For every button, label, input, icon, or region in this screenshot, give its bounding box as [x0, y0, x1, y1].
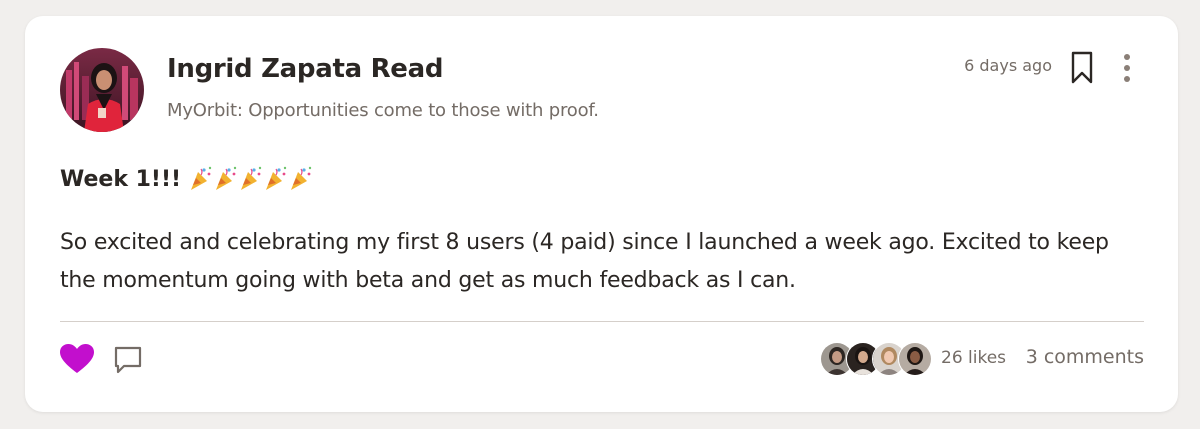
likes-count[interactable]: 26 likes	[941, 348, 1006, 368]
post-card: Ingrid Zapata Read MyOrbit: Opportunitie…	[25, 16, 1178, 412]
more-vertical-icon[interactable]	[1115, 52, 1139, 84]
liker-avatar	[898, 342, 932, 376]
author-headline: MyOrbit: Opportunities come to those wit…	[167, 100, 599, 121]
author-name[interactable]: Ingrid Zapata Read	[167, 54, 443, 84]
comments-count[interactable]: 3 comments	[1026, 346, 1144, 368]
post-title: Week 1!!!	[60, 166, 313, 192]
celebration-emojis	[189, 166, 313, 192]
post-body: So excited and celebrating my first 8 us…	[60, 230, 1109, 293]
heart-icon[interactable]	[58, 342, 96, 376]
party-popper-icon	[291, 166, 312, 190]
post-timestamp: 6 days ago	[964, 56, 1052, 75]
bookmark-icon[interactable]	[1069, 50, 1095, 86]
post-title-text: Week 1!!!	[60, 166, 182, 192]
comment-icon[interactable]	[112, 344, 144, 376]
party-popper-icon	[266, 166, 287, 190]
party-popper-icon	[191, 166, 212, 190]
divider	[60, 321, 1144, 322]
party-popper-icon	[241, 166, 262, 190]
author-avatar[interactable]	[60, 48, 144, 132]
likers-avatars[interactable]	[820, 342, 936, 376]
party-popper-icon	[216, 166, 237, 190]
